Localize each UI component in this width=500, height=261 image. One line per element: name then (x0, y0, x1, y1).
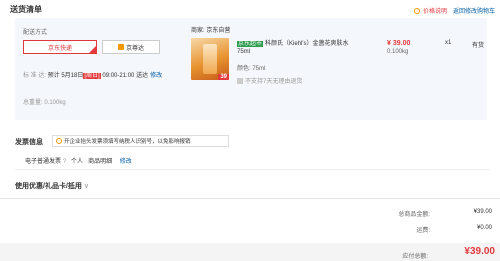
product-quantity: x1 (445, 40, 452, 46)
modify-time-link[interactable]: 修改 (150, 73, 162, 79)
bottle-image (203, 44, 217, 74)
page-title: 送货清单 (10, 5, 42, 14)
product-price: ¥ 39.00 (387, 40, 411, 47)
promo-toggle[interactable]: 使用优惠/礼品卡/抵用 ∨ (15, 181, 89, 191)
delivery-window: 09:00-21:00 送达 (100, 73, 149, 79)
no-return-text: 不支持7天无理由退货 (245, 79, 303, 85)
invoice-personal: 个人 (71, 159, 84, 165)
product-name[interactable]: 京东超市 科颜氏（Kiehl's）金盏花爽肤水 (237, 40, 365, 48)
product-color: 颜色: 75ml (237, 66, 266, 72)
return-to-cart-link[interactable]: 返回修改购物车 (453, 6, 495, 15)
total-weight-label: 总重量: (23, 100, 45, 106)
divider (15, 169, 490, 170)
info-icon: ! (414, 7, 420, 14)
product-image[interactable]: 39 (191, 38, 229, 80)
jd-supermarket-tag: 京东超市 (237, 41, 264, 47)
delivery-date: 预计 5月18日 (47, 73, 84, 79)
invoice-tip-text: 开企业抬头发票须填写纳税人识别号，以免影响报销 (64, 139, 191, 145)
divider (0, 198, 500, 199)
selected-check-icon (89, 46, 96, 53)
help-icon[interactable]: ? (63, 159, 66, 165)
invoice-type: 电子普通发票 (25, 159, 62, 165)
delivery-method-title: 配送方式 (23, 30, 48, 36)
price-note-link[interactable]: ! 价格说明 (414, 6, 447, 15)
shipping-value: ¥0.00 (476, 225, 492, 231)
total-amount-value: ¥39.00 (473, 209, 492, 215)
jingzunda-label: 京尊达 (125, 45, 144, 52)
invoice-details: 电子普通发票 ? 个人 商品明细 修改 (25, 156, 132, 165)
pay-total-label: 应付总额: (402, 254, 428, 260)
jingzunda-option[interactable]: 京尊达 (102, 40, 160, 54)
seller-label: 商家: 京东自营 (191, 28, 231, 34)
shipping-label: 运费: (416, 228, 430, 234)
jd-express-option[interactable]: 京东快递 (23, 40, 97, 54)
edit-invoice-link[interactable]: 修改 (120, 159, 132, 165)
delivery-time-label: 标 准 达: (23, 73, 48, 79)
jingzunda-icon (117, 44, 124, 50)
jd-express-label: 京东快递 (47, 45, 72, 52)
total-weight-value: 0.100kg (44, 100, 66, 106)
product-size: 75ml (237, 49, 251, 55)
total-weight: 总重量: 0.100kg (23, 97, 66, 106)
location-icon (56, 138, 62, 144)
product-weight: 0.100kg (387, 49, 409, 55)
invoice-title: 发票信息 (15, 139, 43, 146)
invoice-detail: 商品明细 (88, 159, 113, 165)
invoice-tip: 开企业抬头发票须填写纳税人识别号，以免影响报销 (52, 135, 229, 147)
total-amount-label: 总商品金额: (398, 212, 430, 218)
stock-status: 有货 (472, 43, 485, 49)
delivery-time: 标 准 达: 预计 5月18日[周日] 09:00-21:00 送达 修改 (23, 70, 162, 79)
product-name-text: 科颜氏（Kiehl's）金盏花爽肤水 (265, 41, 349, 47)
promo-label: 使用优惠/礼品卡/抵用 (15, 183, 82, 190)
product-panel (184, 20, 487, 118)
no-return-notice: 不支持7天无理由退货 (237, 76, 302, 85)
pay-total-value: ¥39.00 (464, 246, 495, 257)
delivery-day-tag: [周日] (83, 73, 101, 79)
no-return-icon (237, 77, 243, 84)
chevron-down-icon: ∨ (83, 183, 89, 190)
price-note-label: 价格说明 (423, 9, 448, 15)
price-badge: 39 (218, 74, 229, 80)
